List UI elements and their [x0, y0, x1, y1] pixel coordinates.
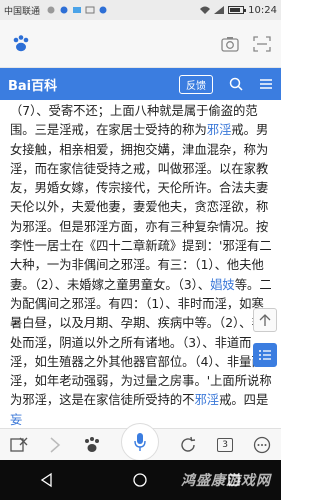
- baike-logo[interactable]: Bai百科: [8, 75, 57, 94]
- baidu-paw-icon[interactable]: [10, 33, 32, 55]
- back-to-top-button[interactable]: [253, 308, 277, 332]
- baike-header: Bai百科 反馈: [0, 68, 281, 100]
- link-changji[interactable]: 娼妓: [210, 278, 235, 292]
- menu-icon[interactable]: [259, 77, 273, 91]
- refresh-icon[interactable]: [179, 436, 197, 454]
- home-icon[interactable]: [132, 472, 148, 488]
- weibo-icon: [47, 6, 55, 14]
- status-bar: 中国联通 10:24: [0, 0, 281, 20]
- catalog-button[interactable]: [253, 343, 277, 367]
- search-icon[interactable]: [229, 77, 243, 91]
- notification-icons: [46, 6, 108, 14]
- link-wang[interactable]: 妄: [10, 413, 22, 427]
- arrow-up-icon: [259, 314, 271, 326]
- forward-icon[interactable]: [48, 436, 62, 454]
- browser-toolbar: 3: [0, 422, 281, 461]
- logo-text: Bai百科: [8, 78, 58, 94]
- tabs-button[interactable]: 3: [217, 437, 234, 452]
- paw-notify-icon: [60, 6, 68, 14]
- text-run: 戒。四是: [219, 393, 269, 408]
- scan-icon[interactable]: [253, 35, 271, 52]
- battery-icon: [228, 6, 247, 14]
- link-xieyin-2[interactable]: 邪淫: [194, 393, 219, 407]
- article-content: （7）、受寄不还；上面八种就是属于偷盗的范围。三是淫戒，在家居士受持的称为邪淫戒…: [0, 100, 281, 428]
- camera-icon[interactable]: [221, 36, 239, 52]
- more-icon[interactable]: [253, 436, 271, 454]
- feedback-button[interactable]: 反馈: [179, 74, 213, 94]
- text-run: 等。二为配偶间之邪淫。有四：（1）、非时而淫，如寒暑白昼，以及月期、孕期、疾病中…: [10, 277, 272, 408]
- list-icon: [259, 350, 271, 360]
- wifi-icon: [200, 6, 211, 14]
- clock: 10:24: [248, 4, 277, 16]
- tag-icon: [73, 7, 82, 13]
- article-paragraph: （7）、受寄不还；上面八种就是属于偷盗的范围。三是淫戒，在家居士受持的称为邪淫戒…: [10, 102, 273, 428]
- image-icon: [85, 6, 95, 14]
- link-xieyin[interactable]: 邪淫: [207, 123, 232, 137]
- search-input[interactable]: [32, 30, 221, 58]
- back-icon[interactable]: [39, 472, 55, 488]
- microphone-icon: [134, 432, 147, 451]
- text-run: 戒。男女接触，相亲相爱，拥抱交媾，津血混杂，称为淫，而在家信徒受持之戒，叫做邪淫…: [10, 123, 272, 292]
- voice-search-button[interactable]: [121, 422, 160, 461]
- browser-search-bar: [0, 20, 281, 68]
- signal-icon: [214, 6, 225, 14]
- paw-notify-icon-2: [99, 6, 107, 14]
- watermark: 鸿盛康游戏网: [181, 473, 271, 489]
- carrier-label: 中国联通: [4, 6, 41, 17]
- close-page-icon[interactable]: [10, 436, 28, 454]
- baidu-home-icon[interactable]: [82, 435, 102, 455]
